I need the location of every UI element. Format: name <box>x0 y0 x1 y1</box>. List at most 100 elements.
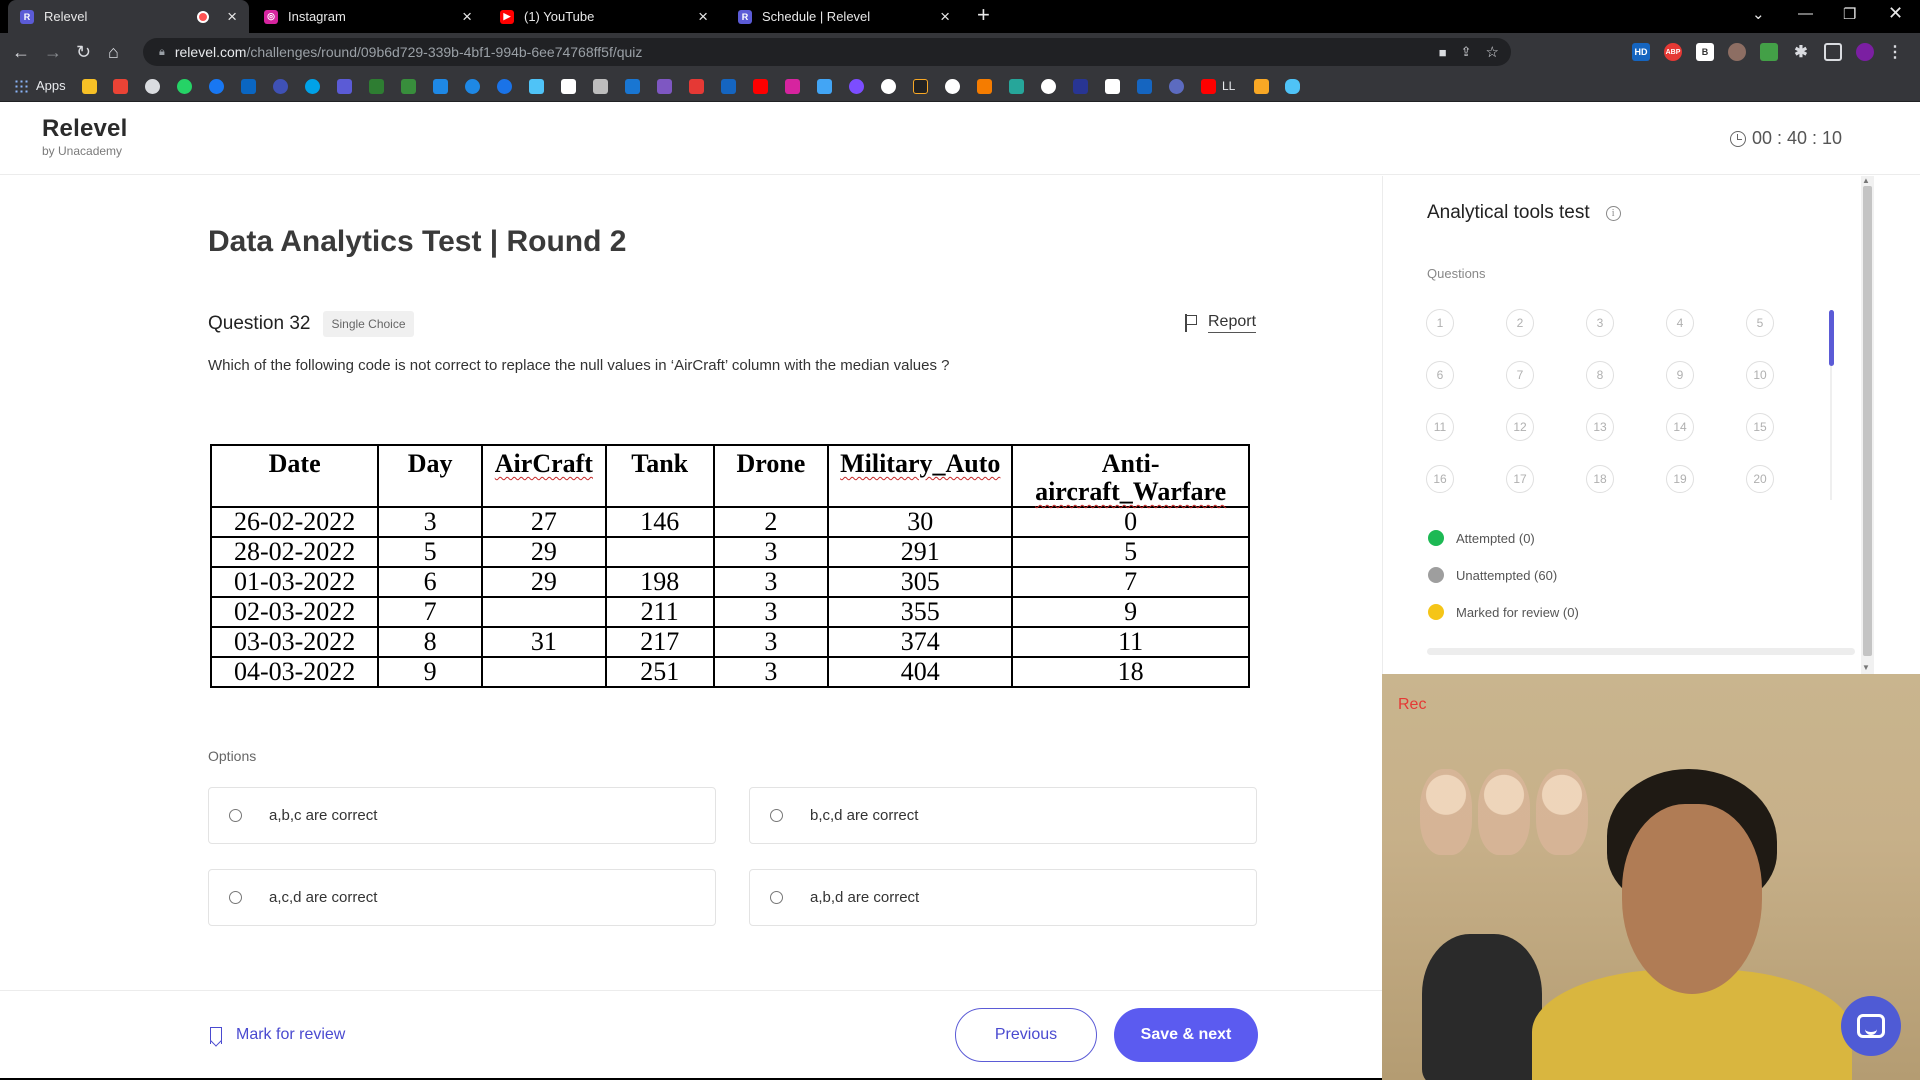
bookmark-app-icon[interactable] <box>1041 79 1056 94</box>
scrollbar-thumb[interactable] <box>1863 186 1872 656</box>
question-bubble[interactable]: 2 <box>1506 309 1534 337</box>
option-c[interactable]: a,c,d are correct <box>208 869 716 926</box>
extension-green-icon[interactable] <box>1760 43 1778 61</box>
question-bubble[interactable]: 1 <box>1426 309 1454 337</box>
question-bubble[interactable]: 8 <box>1586 361 1614 389</box>
profile-avatar-icon[interactable] <box>1856 43 1874 61</box>
bookmark-app-icon[interactable] <box>1105 79 1120 94</box>
question-bubble[interactable]: 16 <box>1426 465 1454 493</box>
bookmark-app-icon[interactable] <box>1169 79 1184 94</box>
bookmark-app-icon[interactable] <box>273 79 288 94</box>
bookmark-app-icon[interactable] <box>1073 79 1088 94</box>
bookmark-folder-icon[interactable] <box>82 79 97 94</box>
bookmark-gmail-icon[interactable] <box>113 79 128 94</box>
panel-horizontal-scrollbar[interactable] <box>1427 648 1855 655</box>
relevel-logo[interactable]: Relevel by Unacademy <box>42 115 127 158</box>
bookmark-whatsapp-icon[interactable] <box>177 79 192 94</box>
option-a[interactable]: a,b,c are correct <box>208 787 716 844</box>
question-bubble[interactable]: 4 <box>1666 309 1694 337</box>
option-b[interactable]: b,c,d are correct <box>749 787 1257 844</box>
back-icon[interactable]: ← <box>12 42 30 63</box>
bookmark-github-icon[interactable] <box>945 79 960 94</box>
option-d[interactable]: a,b,d are correct <box>749 869 1257 926</box>
tab-search-icon[interactable]: ⌄ <box>1752 5 1765 23</box>
previous-button[interactable]: Previous <box>955 1008 1097 1062</box>
question-bubble[interactable]: 3 <box>1586 309 1614 337</box>
bookmark-database-icon[interactable] <box>1285 79 1300 94</box>
radio-icon[interactable] <box>770 891 783 904</box>
radio-icon[interactable] <box>229 809 242 822</box>
star-icon[interactable]: ☆ <box>1486 43 1499 61</box>
bookmark-app-icon[interactable] <box>657 79 672 94</box>
tab-instagram[interactable]: ◎ Instagram × <box>252 0 484 33</box>
bookmark-ll[interactable]: LL <box>1222 79 1235 93</box>
bookmark-youtube-icon[interactable] <box>753 79 768 94</box>
close-icon[interactable]: × <box>462 7 472 27</box>
extension-avatar-icon[interactable] <box>1728 43 1746 61</box>
panel-vertical-scrollbar[interactable]: ▲ ▼ <box>1861 176 1874 674</box>
question-bubble[interactable]: 12 <box>1506 413 1534 441</box>
bookmark-app-icon[interactable] <box>1254 79 1269 94</box>
close-icon[interactable]: × <box>227 7 237 27</box>
bookmark-app-icon[interactable] <box>817 79 832 94</box>
bookmark-amazon-icon[interactable] <box>561 79 576 94</box>
bookmark-app-icon[interactable] <box>913 79 928 94</box>
bookmark-settings-icon[interactable] <box>145 79 160 94</box>
bookmark-relevel-icon[interactable] <box>337 79 352 94</box>
bookmark-app-icon[interactable] <box>625 79 640 94</box>
menu-kebab-icon[interactable]: ⋮ <box>1886 43 1904 61</box>
bookmark-app-icon[interactable] <box>977 79 992 94</box>
close-icon[interactable]: × <box>698 7 708 27</box>
adblock-icon[interactable]: ABP <box>1664 43 1682 61</box>
question-bubble[interactable]: 14 <box>1666 413 1694 441</box>
bookmark-youtube-icon[interactable] <box>1201 79 1216 94</box>
bookmark-linkedin-icon[interactable] <box>241 79 256 94</box>
camera-icon[interactable]: ■ <box>1439 45 1447 60</box>
question-bubble[interactable]: 11 <box>1426 413 1454 441</box>
info-icon[interactable]: i <box>1605 205 1621 221</box>
reload-icon[interactable]: ↻ <box>76 42 91 63</box>
bookmark-app-icon[interactable] <box>881 79 896 94</box>
extension-hd-icon[interactable]: HD <box>1632 43 1650 61</box>
extensions-puzzle-icon[interactable]: ✱ <box>1792 43 1810 61</box>
tab-relevel[interactable]: R Relevel × <box>8 0 249 33</box>
bookmark-cloud-icon[interactable] <box>529 79 544 94</box>
chat-support-button[interactable] <box>1841 996 1901 1056</box>
bookmark-app-icon[interactable] <box>433 79 448 94</box>
bookmark-paypal-icon[interactable] <box>1137 79 1152 94</box>
restore-icon[interactable]: ❐ <box>1843 5 1856 23</box>
report-button[interactable]: Report <box>1184 313 1257 333</box>
grid-scrollbar[interactable] <box>1829 310 1834 366</box>
radio-icon[interactable] <box>229 891 242 904</box>
mark-for-review-button[interactable]: Mark for review <box>210 1026 345 1044</box>
bookmark-app-icon[interactable] <box>369 79 384 94</box>
question-bubble[interactable]: 5 <box>1746 309 1774 337</box>
home-icon[interactable]: ⌂ <box>108 42 119 63</box>
minimize-icon[interactable]: — <box>1798 5 1813 22</box>
question-bubble[interactable]: 10 <box>1746 361 1774 389</box>
tab-youtube[interactable]: ▶ (1) YouTube × <box>488 0 720 33</box>
question-bubble[interactable]: 17 <box>1506 465 1534 493</box>
scroll-up-icon[interactable]: ▲ <box>1862 176 1870 185</box>
bookmark-app-icon[interactable] <box>689 79 704 94</box>
bookmark-app-icon[interactable] <box>401 79 416 94</box>
forward-icon[interactable]: → <box>44 42 62 63</box>
bookmark-facebook-icon[interactable] <box>209 79 224 94</box>
bookmark-app-icon[interactable] <box>305 79 320 94</box>
scroll-down-icon[interactable]: ▼ <box>1862 663 1870 672</box>
tab-schedule[interactable]: R Schedule | Relevel × <box>726 0 962 33</box>
window-close-icon[interactable]: ✕ <box>1888 3 1903 24</box>
extension-b-icon[interactable]: B <box>1696 43 1714 61</box>
bookmark-app-icon[interactable] <box>1009 79 1024 94</box>
bookmark-app-icon[interactable] <box>721 79 736 94</box>
question-bubble[interactable]: 20 <box>1746 465 1774 493</box>
url-bar[interactable]: 🔒︎ relevel.com/challenges/round/09b6d729… <box>143 38 1511 66</box>
question-bubble[interactable]: 13 <box>1586 413 1614 441</box>
bookmark-app-icon[interactable] <box>849 79 864 94</box>
radio-icon[interactable] <box>770 809 783 822</box>
bookmark-instagram-icon[interactable] <box>785 79 800 94</box>
bookmark-app-icon[interactable] <box>497 79 512 94</box>
question-bubble[interactable]: 7 <box>1506 361 1534 389</box>
question-bubble[interactable]: 19 <box>1666 465 1694 493</box>
side-panel-icon[interactable] <box>1824 43 1842 61</box>
